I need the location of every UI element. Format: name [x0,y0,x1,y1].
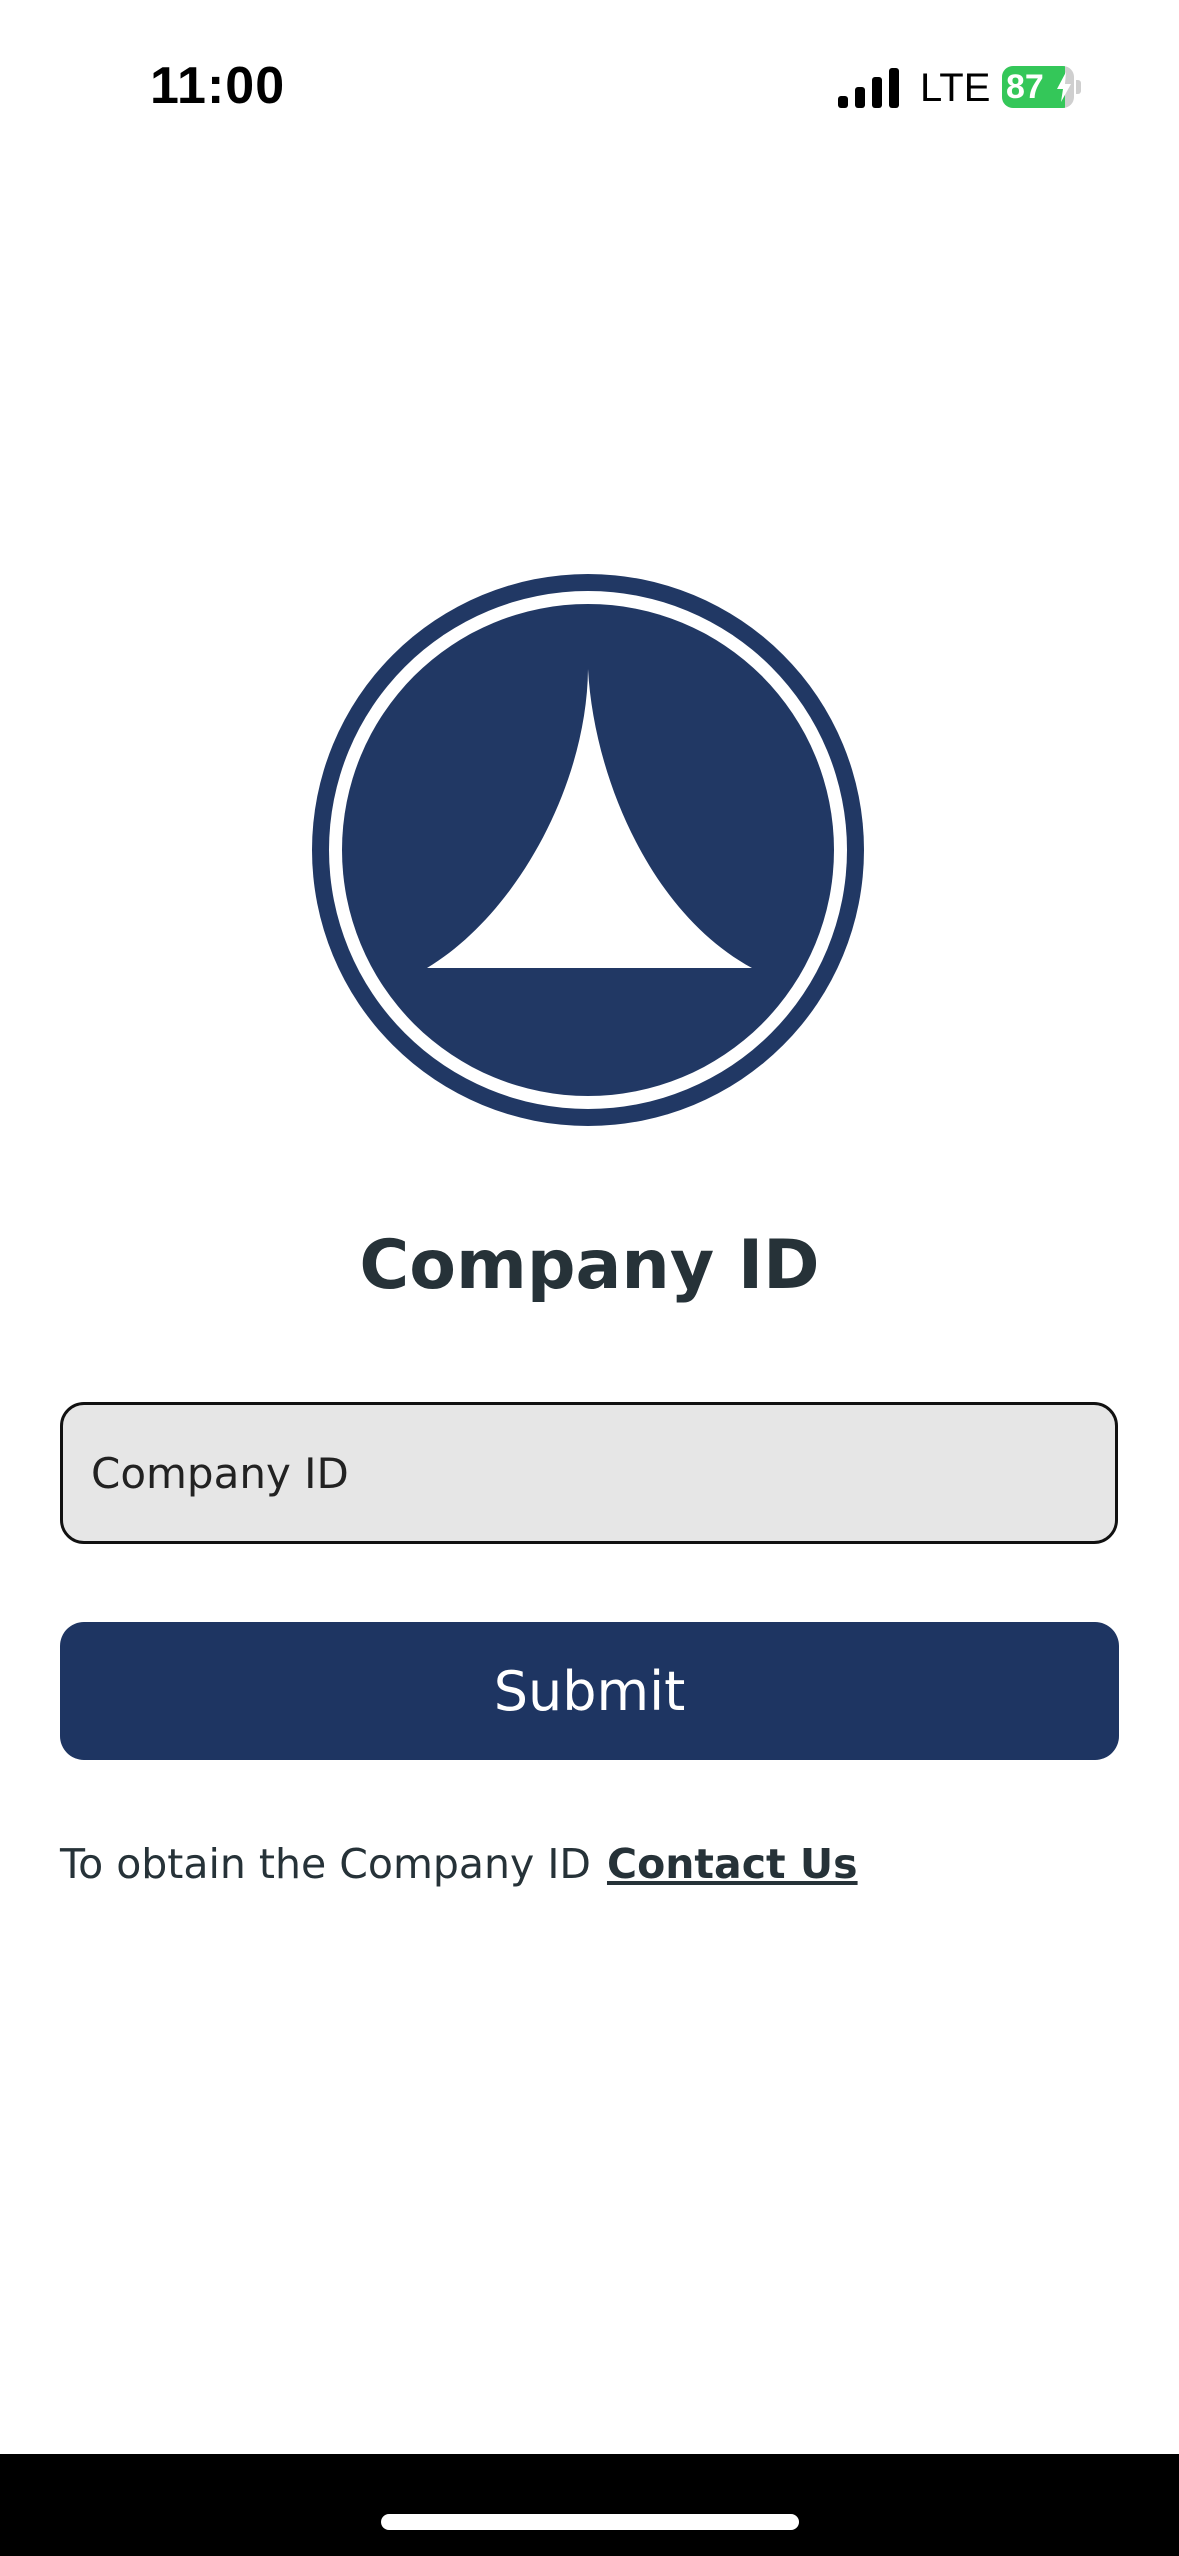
company-id-input[interactable] [60,1402,1118,1544]
status-bar: 11:00 LTE 87 [0,0,1179,150]
contact-us-link[interactable]: Contact Us [607,1840,858,1888]
company-logo [312,574,864,1126]
battery-icon: 87 [1002,66,1081,108]
status-time: 11:00 [150,57,286,115]
help-row: To obtain the Company ID Contact Us [60,1840,858,1888]
battery-percentage: 87 [1006,68,1044,106]
signal-icon [838,68,899,108]
network-type-label: LTE [920,66,991,110]
page-title: Company ID [359,1226,820,1305]
bottom-bar [0,2454,1179,2556]
submit-button[interactable]: Submit [60,1622,1119,1760]
help-text: To obtain the Company ID [60,1840,591,1888]
charging-bolt-icon [1057,72,1071,102]
home-indicator[interactable] [381,2514,799,2530]
